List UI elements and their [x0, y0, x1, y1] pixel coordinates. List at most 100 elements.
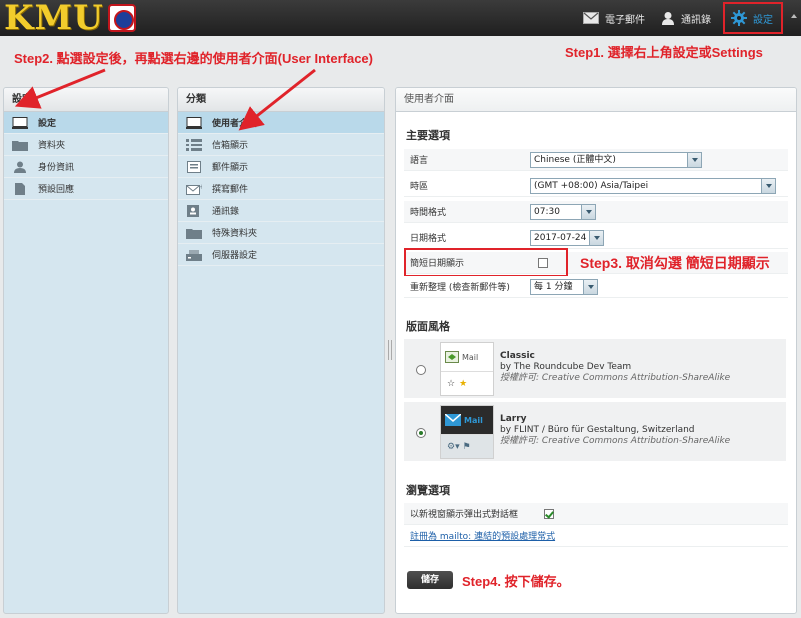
addressbook-icon	[186, 204, 202, 217]
popup-checkbox[interactable]	[544, 508, 554, 519]
section-main-options: 主要選項	[406, 129, 450, 142]
skin-classic-license: Creative Commons Attribution-ShareAlike	[541, 373, 731, 383]
chevron-down-icon	[583, 279, 597, 294]
category-item-mailbox-view[interactable]: 信箱顯示	[178, 134, 384, 156]
time-format-select[interactable]: 07:30	[530, 203, 596, 220]
top-nav: 電子郵件 通訊錄 設定	[567, 0, 783, 36]
folder-icon	[186, 227, 202, 239]
compose-icon: +	[186, 183, 202, 195]
category-item-message-view[interactable]: 郵件顯示	[178, 156, 384, 178]
category-item-compose[interactable]: + 撰寫郵件	[178, 178, 384, 200]
skin-classic-thumbnail: Mail ☆ ★	[440, 342, 494, 396]
date-format-value: 2017-07-24	[534, 232, 587, 243]
skin-classic-license-label: 授權許可:	[500, 373, 540, 383]
message-icon	[186, 160, 202, 173]
category-panel: 分類 使用者介面 信箱顯示 郵件顯示 + 撰寫郵件 通訊錄 特殊資料夾 伺服器設…	[177, 87, 385, 614]
section-skin: 版面風格	[406, 320, 450, 333]
category-item-label: 撰寫郵件	[212, 185, 249, 195]
chevron-down-icon	[589, 230, 603, 245]
settings-item-identities[interactable]: 身份資訊	[4, 156, 168, 178]
date-format-select[interactable]: 2017-07-24	[530, 229, 604, 246]
language-select[interactable]: Chinese (正體中文)	[530, 151, 702, 168]
gear-icon: ⚙▾ ⚑	[441, 434, 493, 458]
time-format-value: 07:30	[534, 206, 560, 217]
contacts-icon	[661, 11, 675, 25]
mail-icon	[583, 12, 599, 24]
server-icon	[186, 249, 202, 261]
date-format-label: 日期格式	[410, 234, 447, 244]
row-date-format: 日期格式 2017-07-24	[404, 227, 788, 249]
language-label: 語言	[410, 156, 429, 166]
annotation-step1: Step1. 選擇右上角設定或Settings	[565, 45, 763, 60]
gear-icon	[731, 10, 747, 26]
chevron-down-icon	[687, 152, 701, 167]
row-language: 語言 Chinese (正體中文)	[404, 149, 788, 171]
nav-contacts[interactable]: 通訊錄	[661, 0, 711, 36]
highlight-pretty-date	[404, 248, 568, 277]
category-item-user-interface[interactable]: 使用者介面	[178, 112, 384, 134]
settings-item-label: 資料夾	[38, 141, 66, 151]
skin-larry-license-label: 授權許可:	[500, 436, 540, 446]
nav-mail[interactable]: 電子郵件	[583, 0, 645, 36]
star-icon: ☆ ★	[441, 371, 493, 395]
skin-classic-author: by The Roundcube Dev Team	[500, 362, 632, 372]
skin-larry-license: Creative Commons Attribution-ShareAlike	[541, 436, 731, 446]
row-timezone: 時區 (GMT +08:00) Asia/Taipei	[404, 175, 788, 197]
language-value: Chinese (正體中文)	[534, 154, 616, 165]
chevron-down-icon	[761, 178, 775, 193]
nav-mail-label: 電子郵件	[605, 14, 645, 26]
menu-caret-icon[interactable]	[791, 14, 797, 18]
section-browse: 瀏覽選項	[406, 484, 450, 497]
university-seal-icon	[107, 4, 136, 32]
row-time-format: 時間格式 07:30	[404, 201, 788, 223]
annotation-step2: Step2. 點選設定後，再點選右邊的使用者介面(User Interface)	[14, 51, 373, 66]
category-item-special-folders[interactable]: 特殊資料夾	[178, 222, 384, 244]
mailto-link[interactable]: 註冊為 mailto: 連結的預設處理常式	[404, 529, 555, 542]
top-bar: KMU 電子郵件 通訊錄 設定	[0, 0, 801, 36]
popup-label: 以新視窗顯示彈出式對話框	[410, 510, 519, 520]
monitor-icon	[186, 116, 202, 129]
skin-larry-thumbnail: Mail ⚙▾ ⚑	[440, 405, 494, 459]
row-refresh: 重新整理 (檢查新郵件等) 每 1 分鐘	[404, 276, 788, 298]
kmu-logo: KMU	[4, 0, 136, 38]
skin-classic-info: Classic by The Roundcube Dev Team 授權許可: …	[500, 351, 730, 384]
settings-item-settings[interactable]: 設定	[4, 112, 168, 134]
mail-icon	[445, 414, 461, 426]
category-item-addressbook[interactable]: 通訊錄	[178, 200, 384, 222]
category-item-label: 伺服器設定	[212, 251, 258, 261]
main-panel-title: 使用者介面	[396, 88, 796, 112]
refresh-value: 每 1 分鐘	[534, 281, 573, 292]
category-item-label: 特殊資料夾	[212, 229, 258, 239]
monitor-icon	[12, 116, 28, 129]
panel-splitter[interactable]	[388, 340, 392, 360]
category-item-label: 使用者介面	[212, 119, 258, 129]
settings-item-label: 身份資訊	[38, 163, 75, 173]
list-icon	[186, 138, 202, 151]
skin-classic-thumb-text: Mail	[462, 352, 479, 362]
settings-panel-title: 設定	[4, 88, 168, 112]
skin-classic-radio[interactable]	[416, 365, 426, 375]
svg-text:+: +	[199, 183, 202, 191]
save-button[interactable]: 儲存	[407, 571, 453, 589]
nav-settings[interactable]: 設定	[723, 2, 783, 34]
category-item-label: 郵件顯示	[212, 163, 249, 173]
settings-item-folders[interactable]: 資料夾	[4, 134, 168, 156]
refresh-select[interactable]: 每 1 分鐘	[530, 278, 598, 295]
mail-icon	[445, 351, 459, 363]
timezone-select[interactable]: (GMT +08:00) Asia/Taipei	[530, 177, 776, 194]
skin-larry[interactable]: Mail ⚙▾ ⚑ Larry by FLINT / Büro für Gest…	[404, 402, 786, 462]
skin-classic[interactable]: Mail ☆ ★ Classic by The Roundcube Dev Te…	[404, 339, 786, 399]
document-icon	[12, 182, 28, 195]
settings-item-label: 預設回應	[38, 185, 75, 195]
settings-item-label: 設定	[38, 119, 57, 129]
nav-settings-label: 設定	[753, 14, 773, 26]
refresh-label: 重新整理 (檢查新郵件等)	[410, 283, 510, 293]
time-format-label: 時間格式	[410, 208, 447, 218]
settings-item-responses[interactable]: 預設回應	[4, 178, 168, 200]
logo-text: KMU	[4, 0, 104, 38]
annotation-step4: Step4. 按下儲存。	[462, 574, 570, 589]
category-item-label: 信箱顯示	[212, 141, 249, 151]
timezone-label: 時區	[410, 182, 429, 192]
skin-larry-radio[interactable]	[416, 428, 426, 438]
category-item-server-settings[interactable]: 伺服器設定	[178, 244, 384, 266]
